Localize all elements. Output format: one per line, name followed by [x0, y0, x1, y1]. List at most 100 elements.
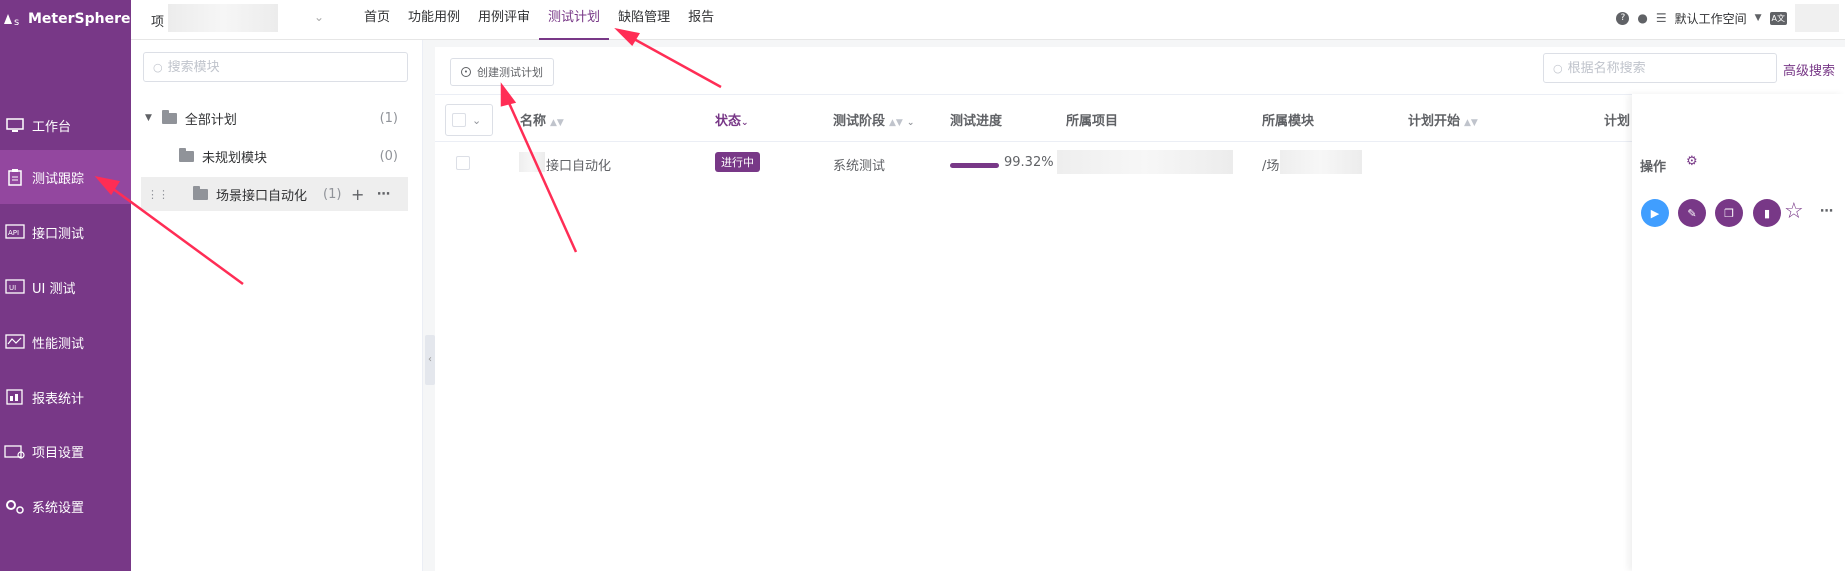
header-right: ? ● ☰ 默认工作空间 ▼ A文 — [1616, 0, 1845, 36]
status-badge: 进行中 — [715, 152, 760, 172]
report-button[interactable]: ▮ — [1753, 199, 1781, 227]
project-label: 项 — [151, 15, 165, 30]
advanced-search-link[interactable]: 高级搜索 — [1783, 60, 1835, 79]
column-plan-end: 计划 — [1604, 114, 1631, 129]
drag-handle-icon[interactable]: ⋮⋮ — [147, 188, 169, 201]
plan-search-input[interactable] — [1567, 60, 1768, 76]
column-stage[interactable]: 测试阶段 ▲▼ ⌄ — [833, 110, 914, 129]
sidebar: s MeterSphere 工作台 测试跟踪 API 接口测试 UI UI 测试… — [0, 0, 131, 571]
select-all-dropdown[interactable]: ⌄ — [445, 104, 493, 136]
menu-test-plan[interactable]: 测试计划 — [539, 0, 610, 40]
chevron-down-icon[interactable]: ⌄ — [314, 10, 324, 24]
column-module: 所属模块 — [1262, 114, 1315, 129]
tree-node-all-plans[interactable]: ▼ 全部计划 (1) — [141, 101, 408, 135]
menu-reports[interactable]: 报告 — [679, 0, 723, 40]
caret-down-icon[interactable]: ▼ — [1755, 13, 1762, 23]
menu-functional-cases[interactable]: 功能用例 — [399, 0, 469, 40]
svg-text:API: API — [8, 229, 19, 237]
create-test-plan-label: 创建测试计划 — [477, 66, 543, 79]
edit-icon: ✎ — [1687, 206, 1697, 220]
column-status[interactable]: 状态⌄ — [715, 110, 749, 129]
menu-case-review[interactable]: 用例评审 — [469, 0, 539, 40]
clipboard-icon — [4, 168, 26, 186]
play-icon: ▶ — [1650, 206, 1660, 220]
top-menu: 首页 功能用例 用例评审 测试计划 缺陷管理 报告 — [355, 0, 723, 40]
copy-button[interactable]: ❐ — [1715, 199, 1743, 227]
search-icon: ○ — [153, 60, 163, 74]
monitor-icon — [4, 116, 26, 134]
tree-node-count: (1) — [379, 110, 398, 126]
sidebar-item-label: 工作台 — [32, 119, 72, 135]
sidebar-item-project-settings[interactable]: 项目设置 — [0, 424, 131, 478]
module-search-input[interactable] — [167, 59, 388, 75]
help-icon[interactable]: ? — [1616, 11, 1630, 25]
metersphere-logo-icon: s — [2, 8, 24, 30]
ui-icon: UI — [4, 278, 26, 296]
svg-text:s: s — [14, 17, 19, 28]
tree-node-unplanned[interactable]: 未规划模块 (0) — [141, 139, 408, 173]
star-icon[interactable]: ☆ — [1784, 200, 1804, 224]
sidebar-item-reports[interactable]: 报表统计 — [0, 370, 131, 424]
column-settings-icon[interactable]: ⚙ — [1686, 154, 1698, 169]
column-ops: 操作 — [1640, 160, 1667, 175]
column-plan-start[interactable]: 计划开始 ▲▼ — [1408, 110, 1478, 129]
report-icon — [4, 388, 26, 406]
tree-node-count: (1) — [323, 186, 342, 202]
redacted-module — [1280, 150, 1362, 174]
add-icon[interactable]: + — [351, 185, 364, 204]
edit-button[interactable]: ✎ — [1678, 199, 1706, 227]
sidebar-item-workbench[interactable]: 工作台 — [0, 98, 131, 152]
sort-icon: ▲▼ — [550, 118, 564, 128]
menu-defects[interactable]: 缺陷管理 — [609, 0, 679, 40]
progress-bar — [950, 163, 999, 168]
sidebar-item-test-track[interactable]: 测试跟踪 — [0, 150, 131, 204]
sidebar-item-label: 项目设置 — [32, 445, 85, 461]
sidebar-item-ui-test[interactable]: UI UI 测试 — [0, 260, 131, 314]
run-button[interactable]: ▶ — [1641, 199, 1669, 227]
svg-text:UI: UI — [9, 284, 16, 292]
caret-down-icon[interactable]: ▼ — [145, 113, 152, 123]
create-test-plan-button[interactable]: • 创建测试计划 — [450, 58, 554, 86]
brand[interactable]: s MeterSphere — [0, 0, 131, 38]
panel-splitter[interactable]: ‹ — [425, 335, 435, 385]
module-search: ○ — [143, 52, 408, 82]
api-icon: API — [4, 223, 26, 241]
more-icon[interactable]: ⋯ — [377, 187, 390, 202]
tree-node-label: 全部计划 — [184, 112, 237, 128]
menu-home[interactable]: 首页 — [355, 0, 399, 40]
sidebar-item-system-settings[interactable]: 系统设置 — [0, 479, 131, 533]
column-project: 所属项目 — [1066, 114, 1119, 129]
sidebar-item-label: 报表统计 — [32, 391, 85, 407]
copy-icon: ❐ — [1724, 206, 1734, 220]
column-name[interactable]: 名称 ▲▼ — [520, 110, 564, 129]
sort-icon: ▲▼ — [1464, 118, 1478, 128]
row-checkbox[interactable] — [456, 156, 470, 170]
bell-icon[interactable]: ● — [1637, 11, 1647, 25]
tree-node-label: 场景接口自动化 — [216, 188, 308, 204]
main-panel: • 创建测试计划 ○ 高级搜索 ⌄ 名称▲▼ 状态⌄ 测试阶段▲▼⌄ 测试进度 … — [435, 47, 1845, 571]
sidebar-item-label: 系统设置 — [32, 500, 85, 516]
tree-node-scenario-api-auto[interactable]: ⋮⋮ 场景接口自动化 (1) + ⋯ — [141, 177, 408, 211]
chevron-down-icon[interactable]: ⌄ — [472, 114, 481, 127]
sidebar-item-label: UI 测试 — [32, 281, 76, 297]
top-header: 项 ⌄ 首页 功能用例 用例评审 测试计划 缺陷管理 报告 ? ● ☰ 默认工作… — [131, 0, 1845, 40]
folder-icon — [193, 185, 208, 200]
sidebar-item-api-test[interactable]: API 接口测试 — [0, 205, 131, 259]
module-panel: ○ ▼ 全部计划 (1) 未规划模块 (0) ⋮⋮ 场景接口自动化 (1) + … — [131, 40, 423, 571]
folder-icon — [179, 147, 194, 162]
plan-name[interactable]: 接口自动化 — [546, 155, 611, 174]
sidebar-item-label: 测试跟踪 — [32, 171, 85, 187]
project-selector[interactable] — [168, 4, 278, 32]
task-list-icon[interactable]: ☰ — [1656, 11, 1667, 25]
select-all-checkbox[interactable] — [452, 113, 466, 127]
sidebar-item-perf-test[interactable]: 性能测试 — [0, 315, 131, 369]
brand-name: MeterSphere — [28, 11, 131, 27]
avatar[interactable] — [1795, 4, 1839, 32]
workspace-selector[interactable]: 默认工作空间 — [1675, 10, 1747, 27]
more-icon[interactable]: ⋯ — [1820, 204, 1833, 219]
language-icon[interactable]: A文 — [1769, 11, 1787, 25]
progress-text: 99.32% — [1004, 155, 1054, 170]
sidebar-item-label: 接口测试 — [32, 226, 85, 242]
app-root: s MeterSphere 工作台 测试跟踪 API 接口测试 UI UI 测试… — [0, 0, 1845, 571]
redacted-project — [1057, 150, 1233, 174]
